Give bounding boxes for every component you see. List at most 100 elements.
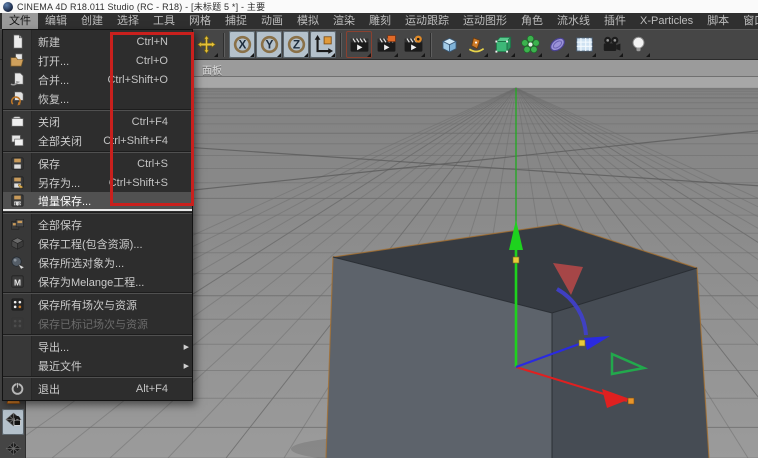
file-menu-item-label: 保存所有场次与资源 [38, 297, 168, 313]
file-menu-item-8[interactable]: 1 2增量保存... [3, 192, 192, 211]
save-melange-icon: M [3, 274, 31, 289]
menu-bar-item-6[interactable]: 捕捉 [218, 13, 254, 29]
menu-bar-item-1[interactable]: 编辑 [38, 13, 74, 29]
deformer-button[interactable] [544, 31, 570, 58]
submenu-corner-marker [457, 53, 461, 57]
submenu-corner-marker [277, 53, 281, 57]
file-menu-item-label: 保存为Melange工程... [38, 274, 168, 290]
file-menu-item-9[interactable]: 全部保存 [3, 215, 192, 234]
file-menu-item-shortcut: Ctrl+Shift+F4 [103, 135, 168, 147]
toolbar-divider [340, 33, 342, 57]
render-to-picture-viewer-button[interactable] [373, 31, 399, 58]
new-document-icon [3, 34, 31, 49]
render-picture-viewer-icon [377, 35, 396, 54]
submenu-corner-marker [619, 53, 623, 57]
menu-separator [3, 334, 192, 336]
menu-separator [3, 109, 192, 111]
menu-separator [3, 151, 192, 153]
submenu-corner-marker [250, 53, 254, 57]
submenu-arrow-icon: ▶ [177, 362, 189, 370]
menu-bar-item-0[interactable]: 文件 [2, 13, 38, 29]
toolbar-divider [430, 33, 432, 57]
file-menu-item-label: 保存已标记场次与资源 [38, 316, 168, 332]
file-menu-item-1[interactable]: 打开...Ctrl+O [3, 51, 192, 70]
subdivision-surface-button[interactable] [490, 31, 516, 58]
file-menu-item-label: 全部关闭 [38, 133, 103, 149]
file-menu-item-label: 导出... [38, 339, 168, 355]
file-menu-item-6[interactable]: 保存Ctrl+S [3, 154, 192, 173]
incremental-save-icon: 1 2 [3, 193, 31, 208]
file-menu-item-10[interactable]: 保存工程(包含资源)... [3, 234, 192, 253]
menu-bar-item-10[interactable]: 雕刻 [362, 13, 398, 29]
file-menu-item-17[interactable]: 退出Alt+F4 [3, 379, 192, 398]
submenu-corner-marker [214, 53, 218, 57]
submenu-corner-marker [394, 53, 398, 57]
title-bar: CINEMA 4D R18.011 Studio (RC - R18) - [未… [0, 0, 758, 13]
menu-bar-item-2[interactable]: 创建 [74, 13, 110, 29]
file-menu-item-label: 保存 [38, 156, 137, 172]
menu-bar-item-5[interactable]: 网格 [182, 13, 218, 29]
camera-object-button[interactable] [598, 31, 624, 58]
pen-spline-tool-button[interactable] [463, 31, 489, 58]
submenu-corner-marker [421, 53, 425, 57]
file-menu-item-16[interactable]: 最近文件▶ [3, 356, 192, 375]
menu-bar-item-3[interactable]: 选择 [110, 13, 146, 29]
menu-bar-item-11[interactable]: 运动跟踪 [398, 13, 456, 29]
file-menu-item-shortcut: Ctrl+N [137, 36, 168, 48]
menu-bar-item-13[interactable]: 角色 [514, 13, 550, 29]
menu-bar-item-9[interactable]: 渲染 [326, 13, 362, 29]
file-menu-item-shortcut: Ctrl+S [137, 158, 168, 170]
workplane-mode-button[interactable] [2, 438, 24, 458]
file-menu-item-12[interactable]: M 保存为Melange工程... [3, 272, 192, 291]
file-menu-item-15[interactable]: 导出...▶ [3, 337, 192, 356]
render-view-button[interactable] [346, 31, 372, 58]
file-menu-item-11[interactable]: 保存所选对象为... [3, 253, 192, 272]
file-menu-item-0[interactable]: 新建Ctrl+N [3, 32, 192, 51]
menu-bar-item-7[interactable]: 动画 [254, 13, 290, 29]
file-menu-item-2[interactable]: 合并...Ctrl+Shift+O [3, 70, 192, 89]
coordinate-system-button[interactable] [310, 31, 336, 58]
menu-bar-item-4[interactable]: 工具 [146, 13, 182, 29]
save-marked-takes-icon [3, 316, 31, 331]
submenu-corner-marker [331, 53, 335, 57]
menu-bar-item-18[interactable]: 窗口 [736, 13, 758, 29]
submenu-corner-marker [538, 53, 542, 57]
render-settings-button[interactable] [400, 31, 426, 58]
menu-bar-item-17[interactable]: 脚本 [700, 13, 736, 29]
menu-bar-item-16[interactable]: X-Particles [633, 13, 700, 29]
file-menu-item-13[interactable]: 保存所有场次与资源 [3, 295, 192, 314]
floor-object-button[interactable] [571, 31, 597, 58]
menu-bar-item-15[interactable]: 插件 [597, 13, 633, 29]
menu-bar-item-12[interactable]: 运动图形 [456, 13, 514, 29]
add-cube-object-button[interactable] [436, 31, 462, 58]
move-tool-button[interactable] [193, 31, 219, 58]
menu-bar-item-14[interactable]: 流水线 [550, 13, 597, 29]
file-menu-item-label: 另存为... [38, 175, 109, 191]
workplane-lock-button[interactable] [2, 409, 24, 435]
file-menu-item-5[interactable]: 全部关闭Ctrl+Shift+F4 [3, 131, 192, 150]
lock-x-axis-button[interactable]: X [229, 31, 255, 58]
light-object-button[interactable] [625, 31, 651, 58]
coordinate-system-icon [314, 35, 333, 54]
menu-bar-item-8[interactable]: 模拟 [290, 13, 326, 29]
floor-icon [575, 35, 594, 54]
file-menu-item-4[interactable]: 关闭Ctrl+F4 [3, 112, 192, 131]
submenu-corner-marker [565, 53, 569, 57]
file-menu-item-3[interactable]: 恢复... [3, 89, 192, 108]
array-generator-button[interactable] [517, 31, 543, 58]
svg-text:X: X [238, 38, 246, 52]
svg-text:Z: Z [292, 38, 299, 52]
file-menu-item-label: 退出 [38, 381, 136, 397]
lock-y-axis-button[interactable]: Y [256, 31, 282, 58]
cinema4d-logo-icon [3, 2, 13, 12]
cube-object-icon [440, 35, 459, 54]
application-window: CINEMA 4D R18.011 Studio (RC - R18) - [未… [0, 0, 758, 458]
save-as-icon [3, 175, 31, 190]
merge-icon [3, 72, 31, 87]
lock-z-axis-button[interactable]: Z [283, 31, 309, 58]
viewport-menu-panel[interactable]: 面板 [202, 62, 222, 77]
close-all-icon [3, 133, 31, 148]
file-menu-item-label: 保存所选对象为... [38, 255, 168, 271]
revert-icon [3, 91, 31, 106]
file-menu-item-7[interactable]: 另存为...Ctrl+Shift+S [3, 173, 192, 192]
